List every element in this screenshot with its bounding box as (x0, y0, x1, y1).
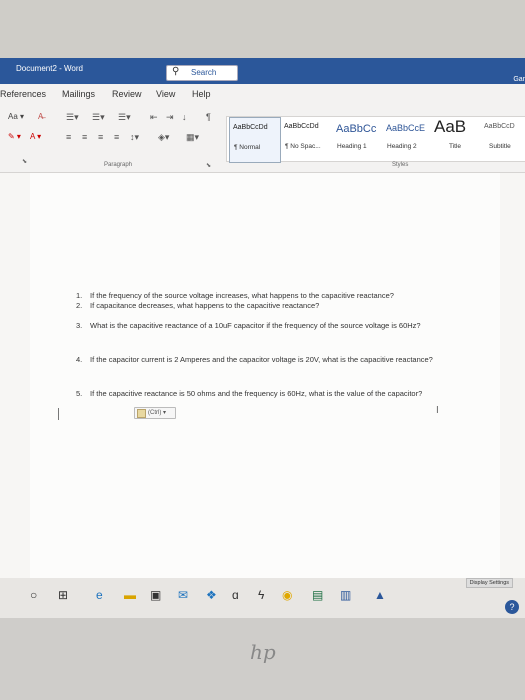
display-settings-notification[interactable]: Display Settings (465, 578, 513, 588)
question-text: If the capacitive reactance is 50 ohms a… (90, 389, 423, 398)
borders-icon[interactable]: ▦▾ (186, 132, 199, 143)
style-heading-2[interactable]: AaBbCcE Heading 2 (383, 117, 429, 161)
styles-group-label: Styles (392, 162, 409, 168)
question-text: What is the capacitive reactance of a 10… (90, 321, 421, 330)
align-right-icon[interactable]: ≡ (98, 132, 103, 142)
help-icon[interactable]: ? (505, 600, 519, 614)
clipboard-icon (137, 409, 146, 418)
monitor-top-bezel (0, 0, 525, 58)
document-page[interactable]: 1. If the frequency of the source voltag… (30, 173, 500, 578)
amazon-icon[interactable]: ɑ (232, 588, 239, 602)
style-sample: AaBbCcD (484, 123, 515, 130)
pilcrow-icon[interactable]: ¶ (206, 112, 211, 122)
ibeam-cursor-icon: I (436, 405, 439, 416)
search-box[interactable]: ⚲ Search (166, 65, 238, 81)
sort-icon[interactable]: ↓ (182, 112, 187, 122)
multilevel-list-icon[interactable]: ☰▾ (118, 112, 131, 123)
monitor-bottom-bezel: hp (0, 618, 525, 700)
bullets-icon[interactable]: ☰▾ (66, 112, 79, 123)
style-title[interactable]: AaB Title (431, 117, 479, 161)
question-number: 4. (76, 355, 83, 364)
edge-icon[interactable]: e (96, 588, 103, 602)
question-number: 3. (76, 321, 83, 330)
document-area: 1. If the frequency of the source voltag… (0, 173, 525, 578)
shading-icon[interactable]: ◈▾ (158, 132, 169, 143)
ribbon: Aa ▾ A̶ ✎ ▾ A ▾ ☰▾ ☰▾ ☰▾ ⇤ ⇥ ↓ ¶ ≡ ≡ ≡ ≡… (0, 106, 525, 173)
search-label: Search (191, 68, 217, 77)
highlight-color-icon[interactable]: ✎ ▾ (8, 132, 21, 141)
search-icon: ⚲ (172, 66, 180, 77)
tab-mailings[interactable]: Mailings (62, 89, 95, 99)
paragraph-group-label: Paragraph (104, 162, 133, 168)
font-color-button[interactable]: A ▾ (30, 132, 41, 141)
question-number: 5. (76, 389, 83, 398)
style-sample: AaB (434, 117, 467, 136)
styles-gallery: AaBbCcDd ¶ Normal AaBbCcDd ¶ No Spac... … (226, 116, 525, 163)
question-text: If the frequency of the source voltage i… (90, 291, 394, 300)
align-left-icon[interactable]: ≡ (66, 132, 71, 142)
store-icon[interactable]: ▣ (150, 588, 161, 602)
justify-icon[interactable]: ≡ (114, 132, 119, 142)
screen: Document2 - Word ⚲ Search Gar References… (0, 58, 525, 578)
word-icon[interactable]: ▥ (340, 588, 351, 602)
taskbar: ○ ⊞ e ▬ ▣ ✉ ❖ ɑ ϟ ◉ ▤ ▥ ▲ Display Settin… (0, 578, 525, 618)
question-3[interactable]: 3. What is the capacitive reactance of a… (76, 321, 476, 343)
style-name: ¶ Normal (234, 144, 261, 151)
chrome-icon[interactable]: ◉ (282, 588, 292, 602)
tab-help[interactable]: Help (192, 89, 211, 99)
style-sample: AaBbCcDd (284, 123, 319, 130)
paste-options-label: (Ctrl) ▾ (148, 410, 167, 416)
text-cursor (58, 408, 59, 420)
change-case-button[interactable]: Aa ▾ (8, 112, 24, 121)
style-subtitle[interactable]: AaBbCcD Subtitle (481, 117, 525, 161)
ribbon-tabs: References Mailings Review View Help (0, 84, 525, 106)
clear-formatting-button[interactable]: A̶ (38, 112, 43, 121)
style-name: Title (449, 143, 462, 150)
style-sample: AaBbCcDd (233, 124, 268, 131)
question-text: If capacitance decreases, what happens t… (90, 301, 320, 310)
style-name: Subtitle (489, 143, 511, 150)
line-spacing-icon[interactable]: ↕▾ (130, 132, 139, 143)
numbering-icon[interactable]: ☰▾ (92, 112, 105, 123)
paste-options-button[interactable]: (Ctrl) ▾ (134, 407, 176, 419)
mail-icon[interactable]: ✉ (178, 588, 188, 602)
style-no-spacing[interactable]: AaBbCcDd ¶ No Spac... (281, 117, 331, 161)
excel-icon[interactable]: ▤ (312, 588, 323, 602)
document-title: Document2 - Word (16, 64, 83, 73)
increase-indent-icon[interactable]: ⇥ (166, 112, 174, 123)
question-text: If the capacitor current is 2 Amperes an… (90, 355, 433, 364)
lightning-icon[interactable]: ϟ (258, 588, 264, 602)
title-bar: Document2 - Word ⚲ Search Gar (0, 58, 525, 84)
style-heading-1[interactable]: AaBbCc Heading 1 (333, 117, 383, 161)
question-number: 2. (76, 301, 83, 310)
task-view-icon[interactable]: ⊞ (58, 588, 68, 602)
paragraph-launcher-icon[interactable]: ⬊ (206, 162, 211, 169)
font-launcher-icon[interactable]: ⬊ (22, 158, 27, 165)
style-sample: AaBbCc (336, 123, 377, 135)
decrease-indent-icon[interactable]: ⇤ (150, 112, 158, 123)
style-name: Heading 2 (387, 143, 417, 150)
style-normal[interactable]: AaBbCcDd ¶ Normal (229, 117, 281, 163)
align-center-icon[interactable]: ≡ (82, 132, 87, 142)
style-sample: AaBbCcE (386, 123, 426, 133)
question-2[interactable]: 2. If capacitance decreases, what happen… (76, 301, 476, 313)
file-explorer-icon[interactable]: ▬ (124, 588, 136, 602)
tab-review[interactable]: Review (112, 89, 142, 99)
style-name: Heading 1 (337, 143, 367, 150)
user-name[interactable]: Gar (513, 76, 525, 83)
question-4[interactable]: 4. If the capacitor current is 2 Amperes… (76, 355, 476, 377)
tab-view[interactable]: View (156, 89, 175, 99)
hp-logo: hp (250, 640, 276, 664)
dropbox-icon[interactable]: ❖ (206, 588, 217, 602)
style-name: ¶ No Spac... (285, 143, 321, 150)
question-number: 1. (76, 291, 83, 300)
tab-references[interactable]: References (0, 89, 46, 99)
photos-icon[interactable]: ▲ (374, 588, 386, 602)
start-circle-icon[interactable]: ○ (30, 588, 37, 602)
